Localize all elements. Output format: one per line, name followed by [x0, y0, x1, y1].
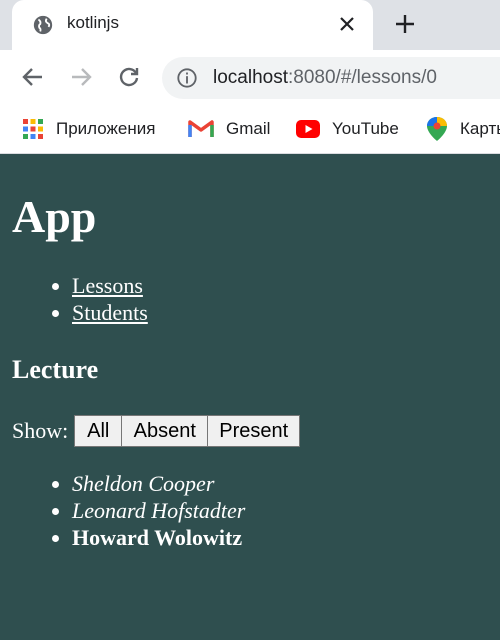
filter-bar: Show: All Absent Present	[12, 415, 301, 447]
tab-title: kotlinjs	[67, 13, 119, 32]
tab-strip: kotlinjs	[0, 0, 500, 50]
bookmark-label: Gmail	[226, 119, 271, 138]
filter-all-button[interactable]: All	[74, 415, 123, 447]
back-arrow-icon[interactable]	[15, 59, 51, 95]
gmail-icon	[188, 120, 214, 137]
browser-toolbar: localhost:8080/#/lessons/0	[0, 50, 500, 104]
bookmark-maps[interactable]: Карты	[426, 116, 500, 142]
lessons-link[interactable]: Lessons	[72, 273, 143, 298]
apps-grid-icon	[23, 119, 43, 139]
student-list: Sheldon Cooper Leonard Hofstadter Howard…	[0, 470, 245, 551]
forward-arrow-icon[interactable]	[63, 59, 99, 95]
close-tab-icon[interactable]	[334, 11, 360, 37]
lesson-title: Lecture	[12, 355, 99, 384]
student-item[interactable]: Howard Wolowitz	[72, 524, 245, 551]
page-content: App Lessons Students Lecture Show: All A…	[0, 154, 500, 640]
youtube-icon	[296, 120, 320, 138]
new-tab-icon[interactable]	[390, 9, 420, 39]
bookmark-gmail[interactable]: Gmail	[188, 116, 270, 142]
globe-icon	[33, 15, 53, 35]
maps-icon	[427, 117, 447, 141]
address-bar[interactable]: localhost:8080/#/lessons/0	[162, 57, 500, 99]
nav-item-students: Students	[72, 299, 148, 326]
page-title: App	[12, 191, 97, 242]
bookmark-apps[interactable]: Приложения	[22, 116, 155, 142]
filter-present-button[interactable]: Present	[207, 415, 301, 447]
student-item[interactable]: Sheldon Cooper	[72, 470, 245, 497]
filter-absent-button[interactable]: Absent	[121, 415, 209, 447]
bookmark-label: Карты	[460, 119, 500, 138]
bookmark-youtube[interactable]: YouTube	[296, 116, 399, 142]
bookmarks-bar: Приложения Gmail YouTube Карты	[0, 104, 500, 154]
student-item[interactable]: Leonard Hofstadter	[72, 497, 245, 524]
reload-icon[interactable]	[111, 59, 147, 95]
nav-item-lessons: Lessons	[72, 272, 148, 299]
filter-label: Show:	[12, 418, 69, 443]
info-icon[interactable]	[176, 67, 198, 89]
students-link[interactable]: Students	[72, 300, 148, 325]
browser-tab[interactable]: kotlinjs	[12, 0, 373, 50]
main-nav: Lessons Students	[0, 272, 148, 326]
url-text: localhost:8080/#/lessons/0	[213, 67, 437, 88]
bookmark-label: YouTube	[332, 119, 399, 138]
bookmark-label: Приложения	[56, 119, 156, 138]
